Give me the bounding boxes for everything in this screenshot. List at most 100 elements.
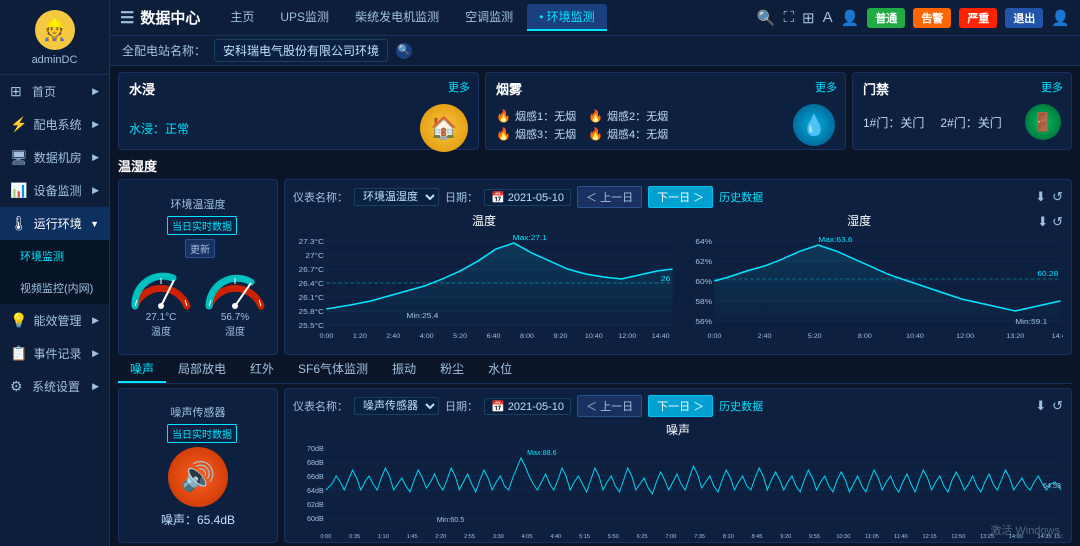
smoke-item-2: 🔥 烟感2：无烟: [588, 108, 668, 124]
svg-text:10:40: 10:40: [585, 333, 603, 339]
sidebar-sub-label-video: 视频监控(内网): [20, 280, 93, 296]
history-btn[interactable]: 历史数据: [719, 189, 763, 205]
water-card: 水浸 更多 水浸：正常 🏠: [118, 72, 479, 150]
sidebar-item-power[interactable]: ⚡ 配电系统 ▶: [0, 108, 109, 141]
svg-text:68dB: 68dB: [307, 459, 324, 467]
svg-text:64dB: 64dB: [307, 487, 324, 495]
chevron-icon-5: ▼: [90, 219, 99, 229]
refresh-icon-noise[interactable]: ↺: [1052, 398, 1063, 414]
svg-text:60%: 60%: [695, 278, 712, 286]
sidebar-sub-env-monitor[interactable]: 环境监测: [0, 240, 109, 272]
profile-icon[interactable]: 👤: [1051, 9, 1070, 27]
tab-noise[interactable]: 噪声: [118, 356, 166, 383]
download-icon-temp[interactable]: ⬇: [1035, 189, 1046, 205]
humidity-gauge-value: 56.7%: [201, 312, 269, 323]
temp-chart-title: 温度: [293, 212, 675, 229]
sidebar-sub-video[interactable]: 视频监控(内网): [0, 272, 109, 304]
tab-generator[interactable]: 柴统发电机监测: [343, 4, 451, 31]
fire-icon-4: 🔥: [588, 127, 603, 141]
noise-history-btn[interactable]: 历史数据: [719, 398, 763, 414]
fire-icon-2: 🔥: [588, 109, 603, 123]
sidebar-item-settings[interactable]: ⚙ 系统设置 ▶: [0, 370, 109, 403]
refresh-icon-hum[interactable]: ↺: [1052, 214, 1063, 230]
home-icon: ⊞: [10, 83, 26, 100]
tab-dust[interactable]: 粉尘: [428, 356, 476, 383]
noise-next-btn[interactable]: 下一日 ＞: [648, 395, 713, 417]
noise-chart-title: 噪声: [293, 421, 1063, 438]
svg-text:2:20: 2:20: [435, 534, 446, 540]
noise-instrument-select[interactable]: 噪声传感器: [354, 397, 439, 415]
grid-icon[interactable]: ⊞: [802, 9, 815, 27]
refresh-icon-temp[interactable]: ↺: [1052, 189, 1063, 205]
sidebar-item-energy[interactable]: 💡 能效管理 ▶: [0, 304, 109, 337]
svg-text:62%: 62%: [695, 258, 712, 266]
smoke-more[interactable]: 更多: [815, 79, 837, 95]
zoom-icon[interactable]: ⛶: [784, 9, 795, 26]
temp-gauge-label: 温度: [127, 323, 195, 338]
sidebar-item-devices[interactable]: 📊 设备监测 ▶: [0, 174, 109, 207]
sidebar-label-energy: 能效管理: [33, 312, 81, 329]
tab-partial[interactable]: 局部放电: [166, 356, 238, 383]
sidebar-label-datacenter: 数据机房: [34, 149, 82, 166]
noise-instrument-label: 仪表名称：: [293, 398, 348, 414]
svg-text:60.28: 60.28: [1037, 270, 1058, 278]
door-more[interactable]: 更多: [1041, 79, 1063, 95]
download-icon-noise[interactable]: ⬇: [1035, 398, 1046, 414]
svg-text:7:35: 7:35: [694, 534, 705, 540]
tab-sf6[interactable]: SF6气体监测: [286, 356, 380, 383]
smoke-title: 烟雾: [496, 79, 835, 98]
font-icon[interactable]: A: [823, 9, 833, 26]
water-more[interactable]: 更多: [448, 79, 470, 95]
noise-prev-btn[interactable]: ＜ 上一日: [577, 395, 642, 417]
user-icon[interactable]: 👤: [841, 9, 860, 27]
svg-text:1:20: 1:20: [353, 333, 367, 339]
svg-text:5:20: 5:20: [808, 333, 822, 339]
noise-date-label: 日期：: [445, 398, 478, 414]
section-body-temp: 环境温湿度 当日实时数据 更新: [118, 179, 1072, 355]
svg-text:2:55: 2:55: [464, 534, 475, 540]
instrument-select[interactable]: 环境温湿度: [354, 188, 439, 206]
sidebar-label-devices: 设备监测: [33, 182, 81, 199]
chevron-icon-4: ▶: [92, 185, 99, 196]
smoke-label-3: 烟感3：无烟: [515, 126, 576, 142]
tab-ac[interactable]: 空调监测: [453, 4, 525, 31]
sidebar-label-power: 配电系统: [33, 116, 81, 133]
next-day-btn[interactable]: 下一日 ＞: [648, 186, 713, 208]
download-icon-hum[interactable]: ⬇: [1037, 214, 1048, 230]
chart-panel-temp: 仪表名称： 环境温湿度 日期： 📅 2021-05-10 ＜ 上一日 下一日 ＞…: [284, 179, 1072, 355]
door-card: 门禁 更多 1#门：关门 2#门：关门 🚪: [852, 72, 1072, 150]
search-icon[interactable]: 🔍: [757, 9, 776, 27]
sidebar: 👷 adminDC ⊞ 首页 ▶ ⚡ 配电系统 ▶ 🖥 数据机房 ▶ 📊 设备监…: [0, 0, 110, 546]
svg-text:0:00: 0:00: [319, 333, 333, 339]
svg-text:5:15: 5:15: [579, 534, 590, 540]
nav-tabs: 主页 UPS监测 柴统发电机监测 空调监测 • 环境监测: [218, 4, 748, 31]
tab-infrared[interactable]: 红外: [238, 356, 286, 383]
update-btn[interactable]: 更新: [185, 239, 215, 258]
badge-logout[interactable]: 退出: [1005, 8, 1043, 28]
svg-text:27.3°C: 27.3°C: [298, 238, 324, 246]
svg-text:10:30: 10:30: [836, 534, 850, 540]
subheader-search-btn[interactable]: 🔍: [396, 43, 412, 59]
noise-value: 噪声：65.4dB: [161, 511, 235, 528]
noise-chart-container: 噪声 70dB 68dB 66dB 64dB 62: [293, 421, 1063, 545]
content-area: 全配电站名称： 安科瑞电气股份有限公司环境 🔍 水浸 更多 水浸：正常 🏠 烟雾…: [110, 36, 1080, 546]
tab-ups[interactable]: UPS监测: [268, 4, 341, 31]
tab-vibration[interactable]: 振动: [380, 356, 428, 383]
chevron-icon: ▶: [92, 86, 99, 97]
badge-critical: 严重: [959, 8, 997, 28]
sidebar-item-environment[interactable]: 🌡 运行环境 ▼: [0, 207, 109, 240]
sidebar-item-home[interactable]: ⊞ 首页 ▶: [0, 75, 109, 108]
sidebar-item-datacenter[interactable]: 🖥 数据机房 ▶: [0, 141, 109, 174]
door-title: 门禁: [863, 79, 1061, 98]
smoke-icon: 💧: [793, 104, 835, 146]
tab-waterlevel[interactable]: 水位: [476, 356, 524, 383]
sidebar-item-events[interactable]: 📋 事件记录 ▶: [0, 337, 109, 370]
prev-day-btn[interactable]: ＜ 上一日: [577, 186, 642, 208]
svg-text:9:20: 9:20: [553, 333, 567, 339]
date-value: 📅 2021-05-10: [484, 189, 571, 206]
tab-home[interactable]: 主页: [218, 4, 266, 31]
menu-icon: ☰: [120, 8, 134, 28]
svg-text:Max:63.6: Max:63.6: [818, 236, 852, 244]
tab-environment[interactable]: • 环境监测: [527, 4, 607, 31]
temp-gauge-value: 27.1°C: [127, 312, 195, 323]
